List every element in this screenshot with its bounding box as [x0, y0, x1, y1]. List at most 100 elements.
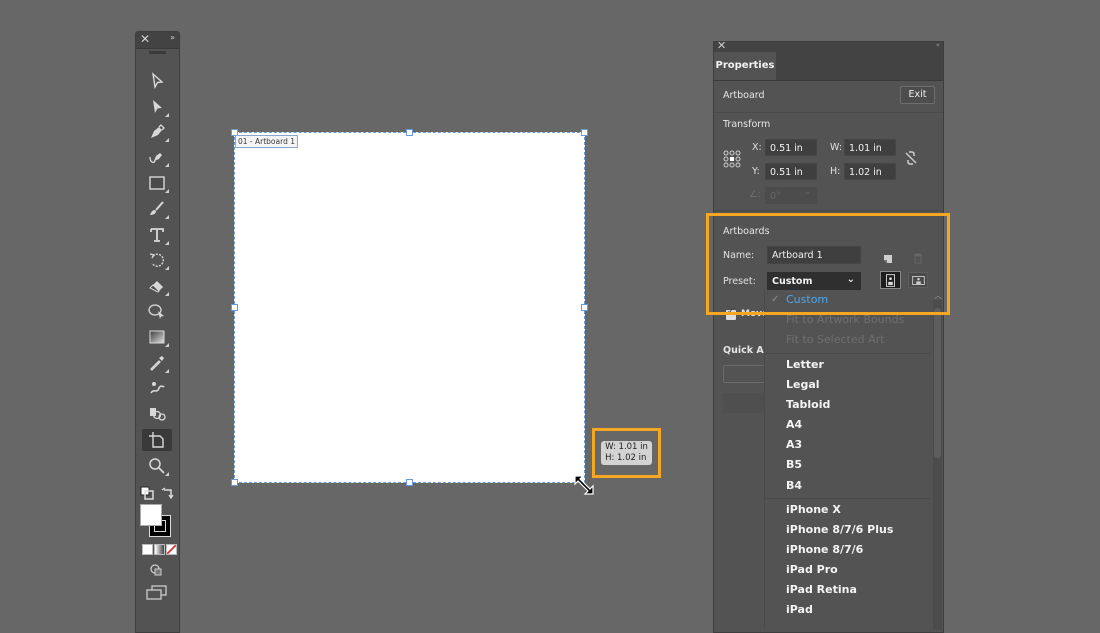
transform-heading: Transform [723, 119, 771, 130]
type-t-icon [150, 228, 164, 242]
artboard-heading: Artboard [723, 90, 765, 101]
tools-panel-header[interactable]: ✕ » [136, 32, 179, 49]
divider [714, 210, 943, 211]
panel-tabs: Properties [714, 52, 943, 81]
preset-option-iphone-876[interactable]: iPhone 8/7/6 [786, 543, 863, 556]
default-fill-stroke-button[interactable] [140, 485, 154, 500]
trash-icon [914, 253, 922, 264]
collapse-icon[interactable]: « [936, 41, 940, 49]
preset-dropdown-menu: ✓ Custom Fit to Artwork Bounds Fit to Se… [764, 290, 934, 630]
dropdown-scrollbar[interactable]: ︿ [933, 291, 942, 630]
preset-option-iphone-x[interactable]: iPhone X [786, 503, 841, 516]
preset-option-ipad-retina[interactable]: iPad Retina [786, 583, 857, 596]
landscape-icon [911, 275, 925, 285]
resize-handle-top[interactable] [406, 129, 413, 136]
type-tool[interactable] [142, 224, 172, 246]
chevron-down-icon: ⌄ [804, 187, 811, 196]
tools-panel: ✕ » [135, 31, 180, 633]
artboard-tool[interactable] [142, 429, 172, 451]
new-artboard-button[interactable] [883, 249, 893, 268]
color-mode-button[interactable] [142, 544, 153, 555]
gradient-tool[interactable] [142, 326, 172, 348]
tooltip-width: W: 1.01 in [605, 442, 648, 452]
y-field[interactable]: 0.51 in [765, 163, 817, 180]
panel-header[interactable]: ✕ « [714, 39, 943, 52]
eraser-icon [149, 281, 163, 293]
exit-button[interactable]: Exit [900, 86, 935, 104]
none-mode-button[interactable] [166, 544, 177, 555]
resize-handle-left[interactable] [231, 304, 238, 311]
screen-mode-button[interactable] [146, 585, 168, 605]
preset-option-a3[interactable]: A3 [786, 438, 802, 451]
preset-option-tabloid[interactable]: Tabloid [786, 398, 830, 411]
rotate-tool[interactable] [142, 249, 172, 271]
width-field[interactable]: 1.01 in [844, 139, 896, 156]
preset-option-custom[interactable]: Custom [786, 293, 828, 306]
close-icon[interactable]: ✕ [140, 32, 150, 46]
shape-builder-tool[interactable] [142, 300, 172, 322]
landscape-orientation-button[interactable] [908, 272, 928, 288]
pen-tool[interactable] [142, 121, 172, 143]
unlinked-chain-icon [905, 151, 917, 165]
resize-handle-bottom-left[interactable] [231, 479, 238, 486]
symbol-sprayer-tool[interactable] [142, 403, 172, 425]
draw-mode-button[interactable] [149, 562, 163, 581]
collapse-icon[interactable]: » [170, 33, 175, 42]
constrain-proportions-button[interactable] [904, 150, 918, 170]
pen-icon [151, 124, 165, 138]
fill-swatch[interactable] [140, 504, 162, 526]
artboard-row: Artboard Exit [714, 81, 943, 113]
direct-selection-arrow-icon [153, 100, 162, 113]
preset-option-iphone-plus[interactable]: iPhone 8/7/6 Plus [786, 523, 893, 536]
name-label: Name: [723, 250, 755, 261]
move-artwork-checkbox[interactable]: ✓ [726, 307, 736, 320]
x-label: X: [752, 142, 762, 153]
preset-option-b4[interactable]: B4 [786, 479, 802, 492]
zoom-tool[interactable] [142, 455, 172, 477]
gradient-mode-button[interactable] [154, 544, 165, 555]
eyedropper-tool[interactable] [142, 352, 172, 374]
puppet-warp-tool[interactable] [142, 377, 172, 399]
new-artboard-icon [884, 255, 892, 263]
resize-handle-top-right[interactable] [581, 129, 588, 136]
gradient-icon [149, 330, 165, 344]
chevron-down-icon: ⌄ [846, 274, 855, 285]
artboard-name-field[interactable]: Artboard 1 [767, 246, 861, 264]
preset-option-a4[interactable]: A4 [786, 418, 802, 431]
rectangle-icon [149, 176, 165, 190]
direct-selection-tool[interactable] [142, 96, 172, 118]
symbol-sprayer-icon [150, 408, 166, 421]
reference-point-button[interactable] [723, 150, 741, 172]
preset-option-ipad-pro[interactable]: iPad Pro [786, 563, 838, 576]
eyedropper-icon [150, 356, 164, 371]
resize-handle-right[interactable] [581, 304, 588, 311]
curvature-tool[interactable] [142, 146, 172, 168]
x-field[interactable]: 0.51 in [765, 139, 817, 156]
y-label: Y: [752, 166, 760, 177]
resize-handle-bottom[interactable] [406, 479, 413, 486]
preset-select[interactable]: Custom ⌄ [767, 272, 861, 290]
preset-option-b5[interactable]: B5 [786, 458, 802, 471]
tab-properties[interactable]: Properties [714, 52, 776, 80]
artboard-name-label[interactable]: 01 - Artboard 1 [235, 135, 298, 148]
rectangle-tool[interactable] [142, 172, 172, 194]
draw-mode-icon [150, 564, 162, 576]
magnifier-icon [149, 458, 165, 474]
portrait-orientation-button[interactable] [880, 271, 901, 289]
drag-grip[interactable] [149, 51, 166, 54]
shape-builder-icon [148, 304, 164, 319]
scroll-up-icon[interactable]: ︿ [934, 290, 942, 301]
selection-tool[interactable] [142, 70, 172, 92]
paintbrush-tool[interactable] [142, 198, 172, 220]
close-icon[interactable]: ✕ [717, 39, 726, 52]
swap-fill-stroke-button[interactable] [161, 485, 175, 500]
preset-option-letter[interactable]: Letter [786, 358, 824, 371]
height-field[interactable]: 1.02 in [844, 163, 896, 180]
eraser-tool[interactable] [142, 275, 172, 297]
preset-option-legal[interactable]: Legal [786, 378, 820, 391]
delete-artboard-button[interactable] [913, 249, 923, 268]
preset-option-ipad[interactable]: iPad [786, 603, 813, 616]
h-label: H: [830, 166, 841, 177]
scrollbar-thumb[interactable] [934, 308, 941, 458]
angle-icon: ∠: [749, 189, 761, 200]
